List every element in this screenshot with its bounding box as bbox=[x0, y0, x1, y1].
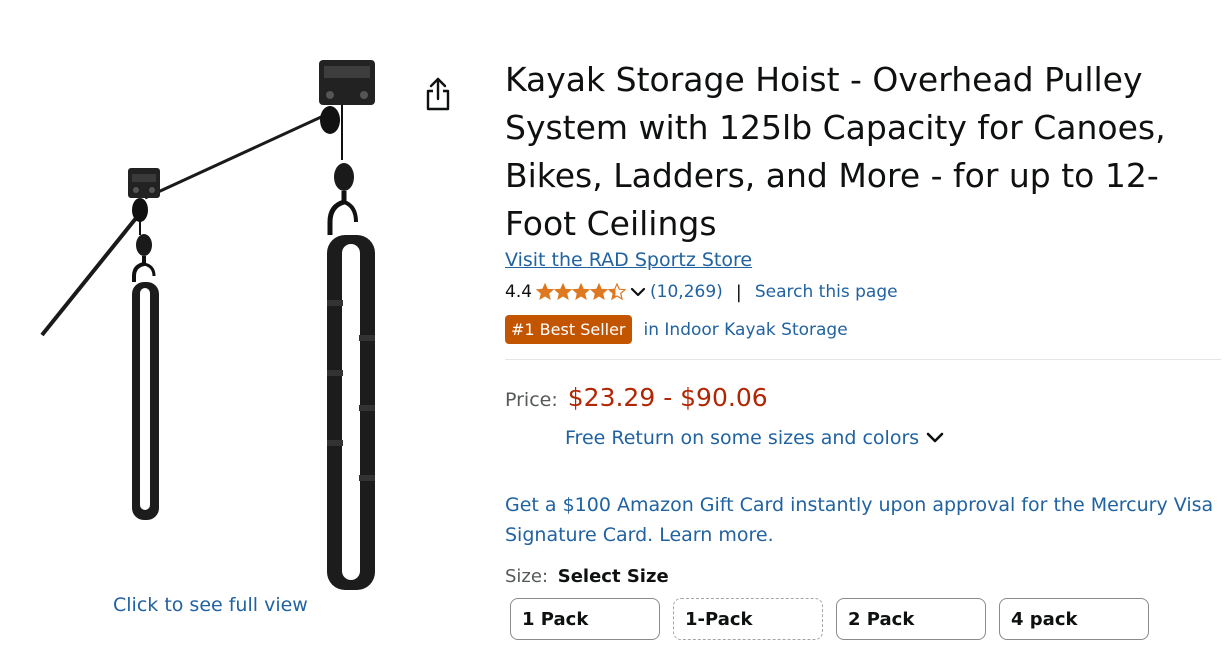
free-return-link[interactable]: Free Return on some sizes and colors bbox=[565, 427, 945, 449]
price-range: $23.29 - $90.06 bbox=[567, 383, 768, 412]
separator: | bbox=[735, 281, 742, 303]
size-option-4-pack[interactable]: 4 pack bbox=[999, 598, 1149, 640]
size-option-1-pack[interactable]: 1 Pack bbox=[510, 598, 660, 640]
price-label: Price: bbox=[505, 389, 558, 411]
size-selected-value: Select Size bbox=[557, 566, 669, 587]
size-selector-label: Size: Select Size bbox=[505, 566, 669, 587]
divider bbox=[505, 359, 1221, 360]
best-seller-badge[interactable]: #1 Best Seller bbox=[505, 315, 632, 344]
review-count-link[interactable]: (10,269) bbox=[650, 282, 723, 302]
size-options: 1 Pack 1-Pack 2 Pack 4 pack bbox=[510, 598, 1149, 640]
size-label: Size: bbox=[505, 566, 549, 587]
chevron-down-icon[interactable] bbox=[630, 286, 646, 298]
kayak-hoist-product-image bbox=[40, 60, 375, 590]
product-image[interactable] bbox=[30, 50, 410, 595]
rating-value: 4.4 bbox=[505, 282, 533, 302]
gift-card-promo-link[interactable]: Get a $100 Amazon Gift Card instantly up… bbox=[505, 490, 1221, 550]
chevron-down-icon bbox=[926, 432, 944, 443]
best-seller-category-link[interactable]: in Indoor Kayak Storage bbox=[644, 320, 848, 340]
size-option-2-pack[interactable]: 2 Pack bbox=[836, 598, 986, 640]
best-seller-row: #1 Best Seller in Indoor Kayak Storage bbox=[505, 315, 848, 344]
price-row: Price: $23.29 - $90.06 bbox=[505, 383, 768, 412]
share-button[interactable] bbox=[420, 75, 456, 113]
store-link[interactable]: Visit the RAD Sportz Store bbox=[505, 249, 752, 271]
size-option-1-pack-alt[interactable]: 1-Pack bbox=[673, 598, 823, 640]
rating-row: 4.4 (10,269) | Search this page bbox=[505, 280, 898, 304]
free-return-label: Free Return on some sizes and colors bbox=[565, 427, 920, 449]
product-title: Kayak Storage Hoist - Overhead Pulley Sy… bbox=[505, 60, 1166, 243]
search-this-page-link[interactable]: Search this page bbox=[755, 282, 898, 302]
star-rating-icon bbox=[536, 283, 626, 300]
full-view-link[interactable]: Click to see full view bbox=[113, 594, 308, 616]
share-icon bbox=[426, 77, 450, 111]
star-rating[interactable] bbox=[536, 283, 628, 301]
